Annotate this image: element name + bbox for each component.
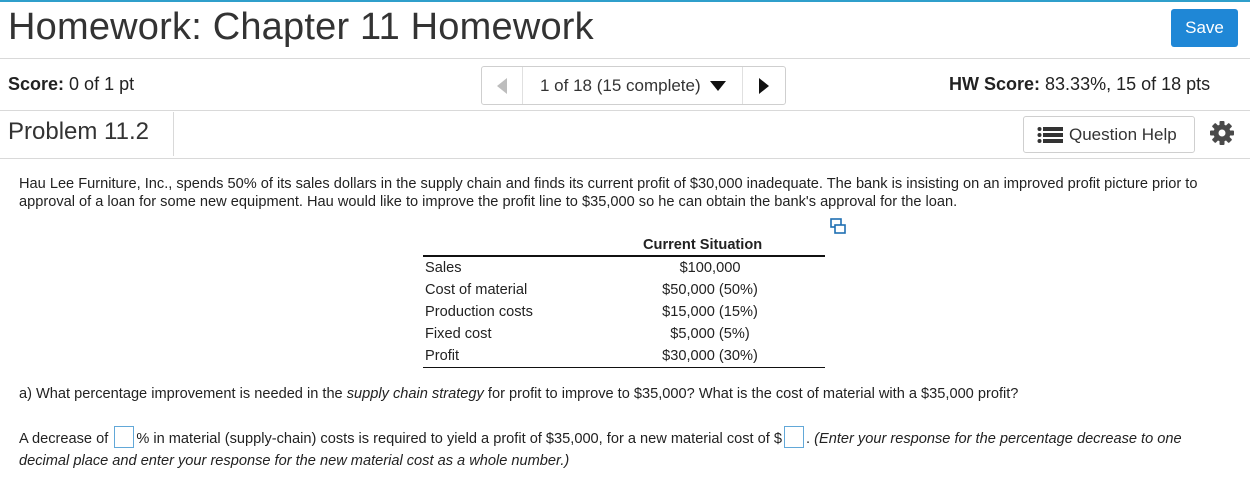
row-label: Sales xyxy=(425,260,462,276)
material-cost-input[interactable] xyxy=(784,426,804,448)
table-row: Profit $30,000 (30%) xyxy=(420,345,825,367)
divider xyxy=(0,58,1250,59)
hw-score-display: HW Score: 83.33%, 15 of 18 pts xyxy=(949,74,1210,95)
expand-icon[interactable] xyxy=(830,218,846,234)
answer-sentence: A decrease of % in material (supply-chai… xyxy=(19,426,1234,472)
column-header: Current Situation xyxy=(643,237,763,253)
question-position: 1 of 18 (15 complete) xyxy=(540,75,701,95)
list-icon xyxy=(1037,126,1063,143)
top-accent-rule xyxy=(0,0,1250,2)
score-value: 0 of 1 pt xyxy=(69,74,135,94)
answer-middle: % in material (supply-chain) costs is re… xyxy=(136,431,782,447)
chevron-left-icon xyxy=(497,77,507,94)
divider xyxy=(0,158,1250,159)
row-label: Profit xyxy=(425,348,460,364)
question-part-a: a) What percentage improvement is needed… xyxy=(19,386,1018,402)
chevron-right-icon xyxy=(759,77,769,94)
question-navigator: 1 of 18 (15 complete) xyxy=(481,66,786,105)
table-row: Fixed cost $5,000 (5%) xyxy=(420,323,825,345)
problem-statement: Hau Lee Furniture, Inc., spends 50% of i… xyxy=(19,176,1198,210)
question-text: a) What percentage improvement is needed… xyxy=(19,386,347,402)
table-bottom-rule xyxy=(423,367,825,368)
save-button[interactable]: Save xyxy=(1171,9,1238,47)
problem-title: Problem 11.2 xyxy=(8,118,149,145)
row-value: $50,000 (50%) xyxy=(662,282,758,298)
hw-score-label: HW Score: xyxy=(949,74,1041,94)
page-title: Homework: Chapter 11 Homework xyxy=(8,6,594,48)
percent-decrease-input[interactable] xyxy=(114,426,135,448)
current-situation-table: Current Situation Sales $100,000 Cost of … xyxy=(420,235,825,368)
score-label: Score: xyxy=(8,74,65,94)
row-label: Cost of material xyxy=(425,282,528,298)
row-value: $5,000 (5%) xyxy=(670,326,750,342)
table-row: Sales $100,000 xyxy=(420,257,825,279)
divider xyxy=(0,110,1250,111)
divider xyxy=(173,112,174,156)
score-display: Score: 0 of 1 pt xyxy=(8,74,134,95)
table-row: Production costs $15,000 (15%) xyxy=(420,301,825,323)
row-value: $15,000 (15%) xyxy=(662,304,758,320)
table-row: Cost of material $50,000 (50%) xyxy=(420,279,825,301)
caret-down-icon xyxy=(709,80,726,91)
previous-question-button[interactable] xyxy=(482,67,522,104)
row-label: Production costs xyxy=(425,304,533,320)
hw-score-value: 83.33%, 15 of 18 pts xyxy=(1045,74,1211,94)
gear-icon[interactable] xyxy=(1209,120,1235,146)
answer-prefix: A decrease of xyxy=(19,431,113,447)
next-question-button[interactable] xyxy=(743,67,785,104)
question-help-button[interactable]: Question Help xyxy=(1023,116,1195,153)
question-selector[interactable]: 1 of 18 (15 complete) xyxy=(523,67,742,104)
row-value: $100,000 xyxy=(679,260,741,276)
question-help-label: Question Help xyxy=(1069,124,1177,144)
row-value: $30,000 (30%) xyxy=(662,348,758,364)
table-header: Current Situation xyxy=(423,235,825,257)
question-text: for profit to improve to $35,000? What i… xyxy=(483,386,1019,402)
row-label: Fixed cost xyxy=(425,326,492,342)
question-term: supply chain strategy xyxy=(346,386,484,402)
